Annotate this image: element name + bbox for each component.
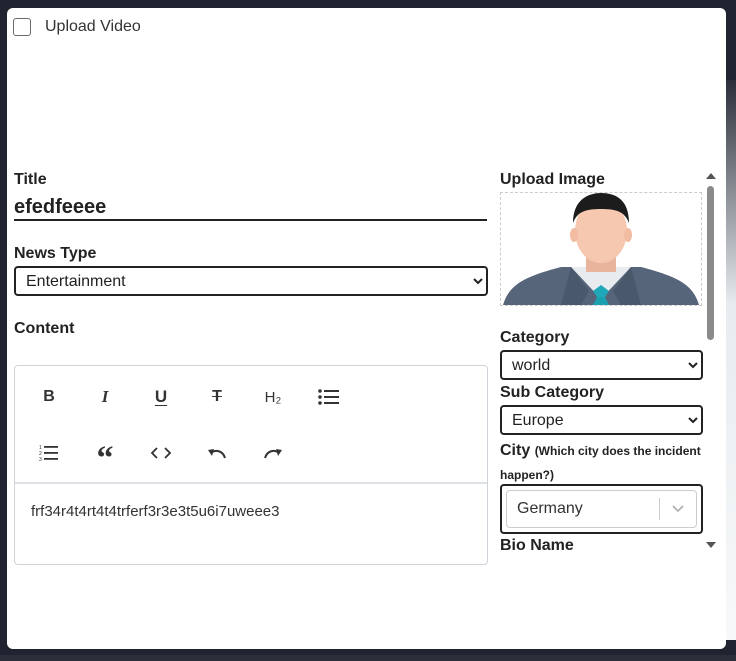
upload-video-checkbox[interactable] (13, 18, 31, 36)
bold-icon: B (43, 388, 55, 405)
numbered-list-icon: 1 2 3 (39, 445, 58, 462)
numbered-list-button[interactable]: 1 2 3 (32, 436, 66, 470)
chevron-down-icon[interactable] (660, 505, 696, 513)
code-button[interactable] (144, 436, 178, 470)
title-label: Title (14, 171, 47, 188)
rich-text-editor: B I U T H₂ 1 2 3 “ frf34r4t4rt4t4trferf3… (14, 365, 488, 565)
bold-button[interactable]: B (32, 380, 66, 414)
city-select-control[interactable]: Germany (506, 490, 697, 528)
news-type-label: News Type (14, 245, 97, 262)
strikethrough-icon: T (212, 388, 222, 405)
code-icon (150, 447, 172, 459)
city-select-value: Germany (517, 500, 583, 517)
italic-icon: I (101, 387, 109, 406)
sub-category-label: Sub Category (500, 384, 605, 401)
scroll-down-arrow-icon[interactable] (706, 542, 716, 548)
city-label: City (500, 442, 531, 459)
category-label: Category (500, 329, 570, 346)
underline-button[interactable]: U (144, 380, 178, 414)
city-hint-text: (Which city does the incident happen?) (500, 444, 701, 482)
quote-button[interactable]: “ (88, 436, 122, 476)
news-form-modal: Upload Video Title News Type Entertainme… (7, 8, 726, 649)
italic-button[interactable]: I (88, 380, 122, 414)
bio-name-label: Bio Name (500, 537, 574, 554)
title-input[interactable] (14, 195, 487, 221)
city-label-block: City (Which city does the incident happe… (500, 439, 705, 487)
male-avatar-image (501, 193, 701, 305)
redo-icon (264, 449, 282, 459)
city-select[interactable]: Germany (500, 484, 703, 534)
category-select[interactable]: world (500, 350, 703, 380)
editor-toolbar: B I U T H₂ 1 2 3 “ (15, 366, 487, 484)
heading-button[interactable]: H₂ (256, 380, 290, 414)
quote-icon: “ (96, 440, 114, 477)
redo-button[interactable] (256, 436, 290, 470)
undo-button[interactable] (200, 436, 234, 470)
scroll-up-arrow-icon[interactable] (706, 173, 716, 179)
content-label: Content (14, 320, 75, 337)
heading-icon: H₂ (264, 388, 282, 406)
sub-category-select[interactable]: Europe (500, 405, 703, 435)
right-column-scrollbar[interactable] (705, 172, 717, 550)
editor-content-text[interactable]: frf34r4t4rt4t4trferf3r3e3t5u6i7uweee3 (31, 503, 280, 520)
bullet-list-icon (318, 389, 339, 405)
strikethrough-button[interactable]: T (200, 380, 234, 414)
upload-video-label: Upload Video (45, 18, 141, 35)
scrollbar-thumb[interactable] (707, 186, 714, 340)
news-type-select[interactable]: Entertainment (14, 266, 488, 296)
upload-image-dropzone[interactable] (500, 192, 702, 306)
upload-image-label: Upload Image (500, 171, 605, 188)
bullet-list-button[interactable] (312, 380, 346, 414)
undo-icon (208, 449, 226, 459)
svg-text:3: 3 (39, 457, 42, 462)
upload-video-row[interactable]: Upload Video (13, 18, 141, 36)
background-bottom (0, 655, 736, 661)
underline-icon: U (154, 387, 168, 406)
